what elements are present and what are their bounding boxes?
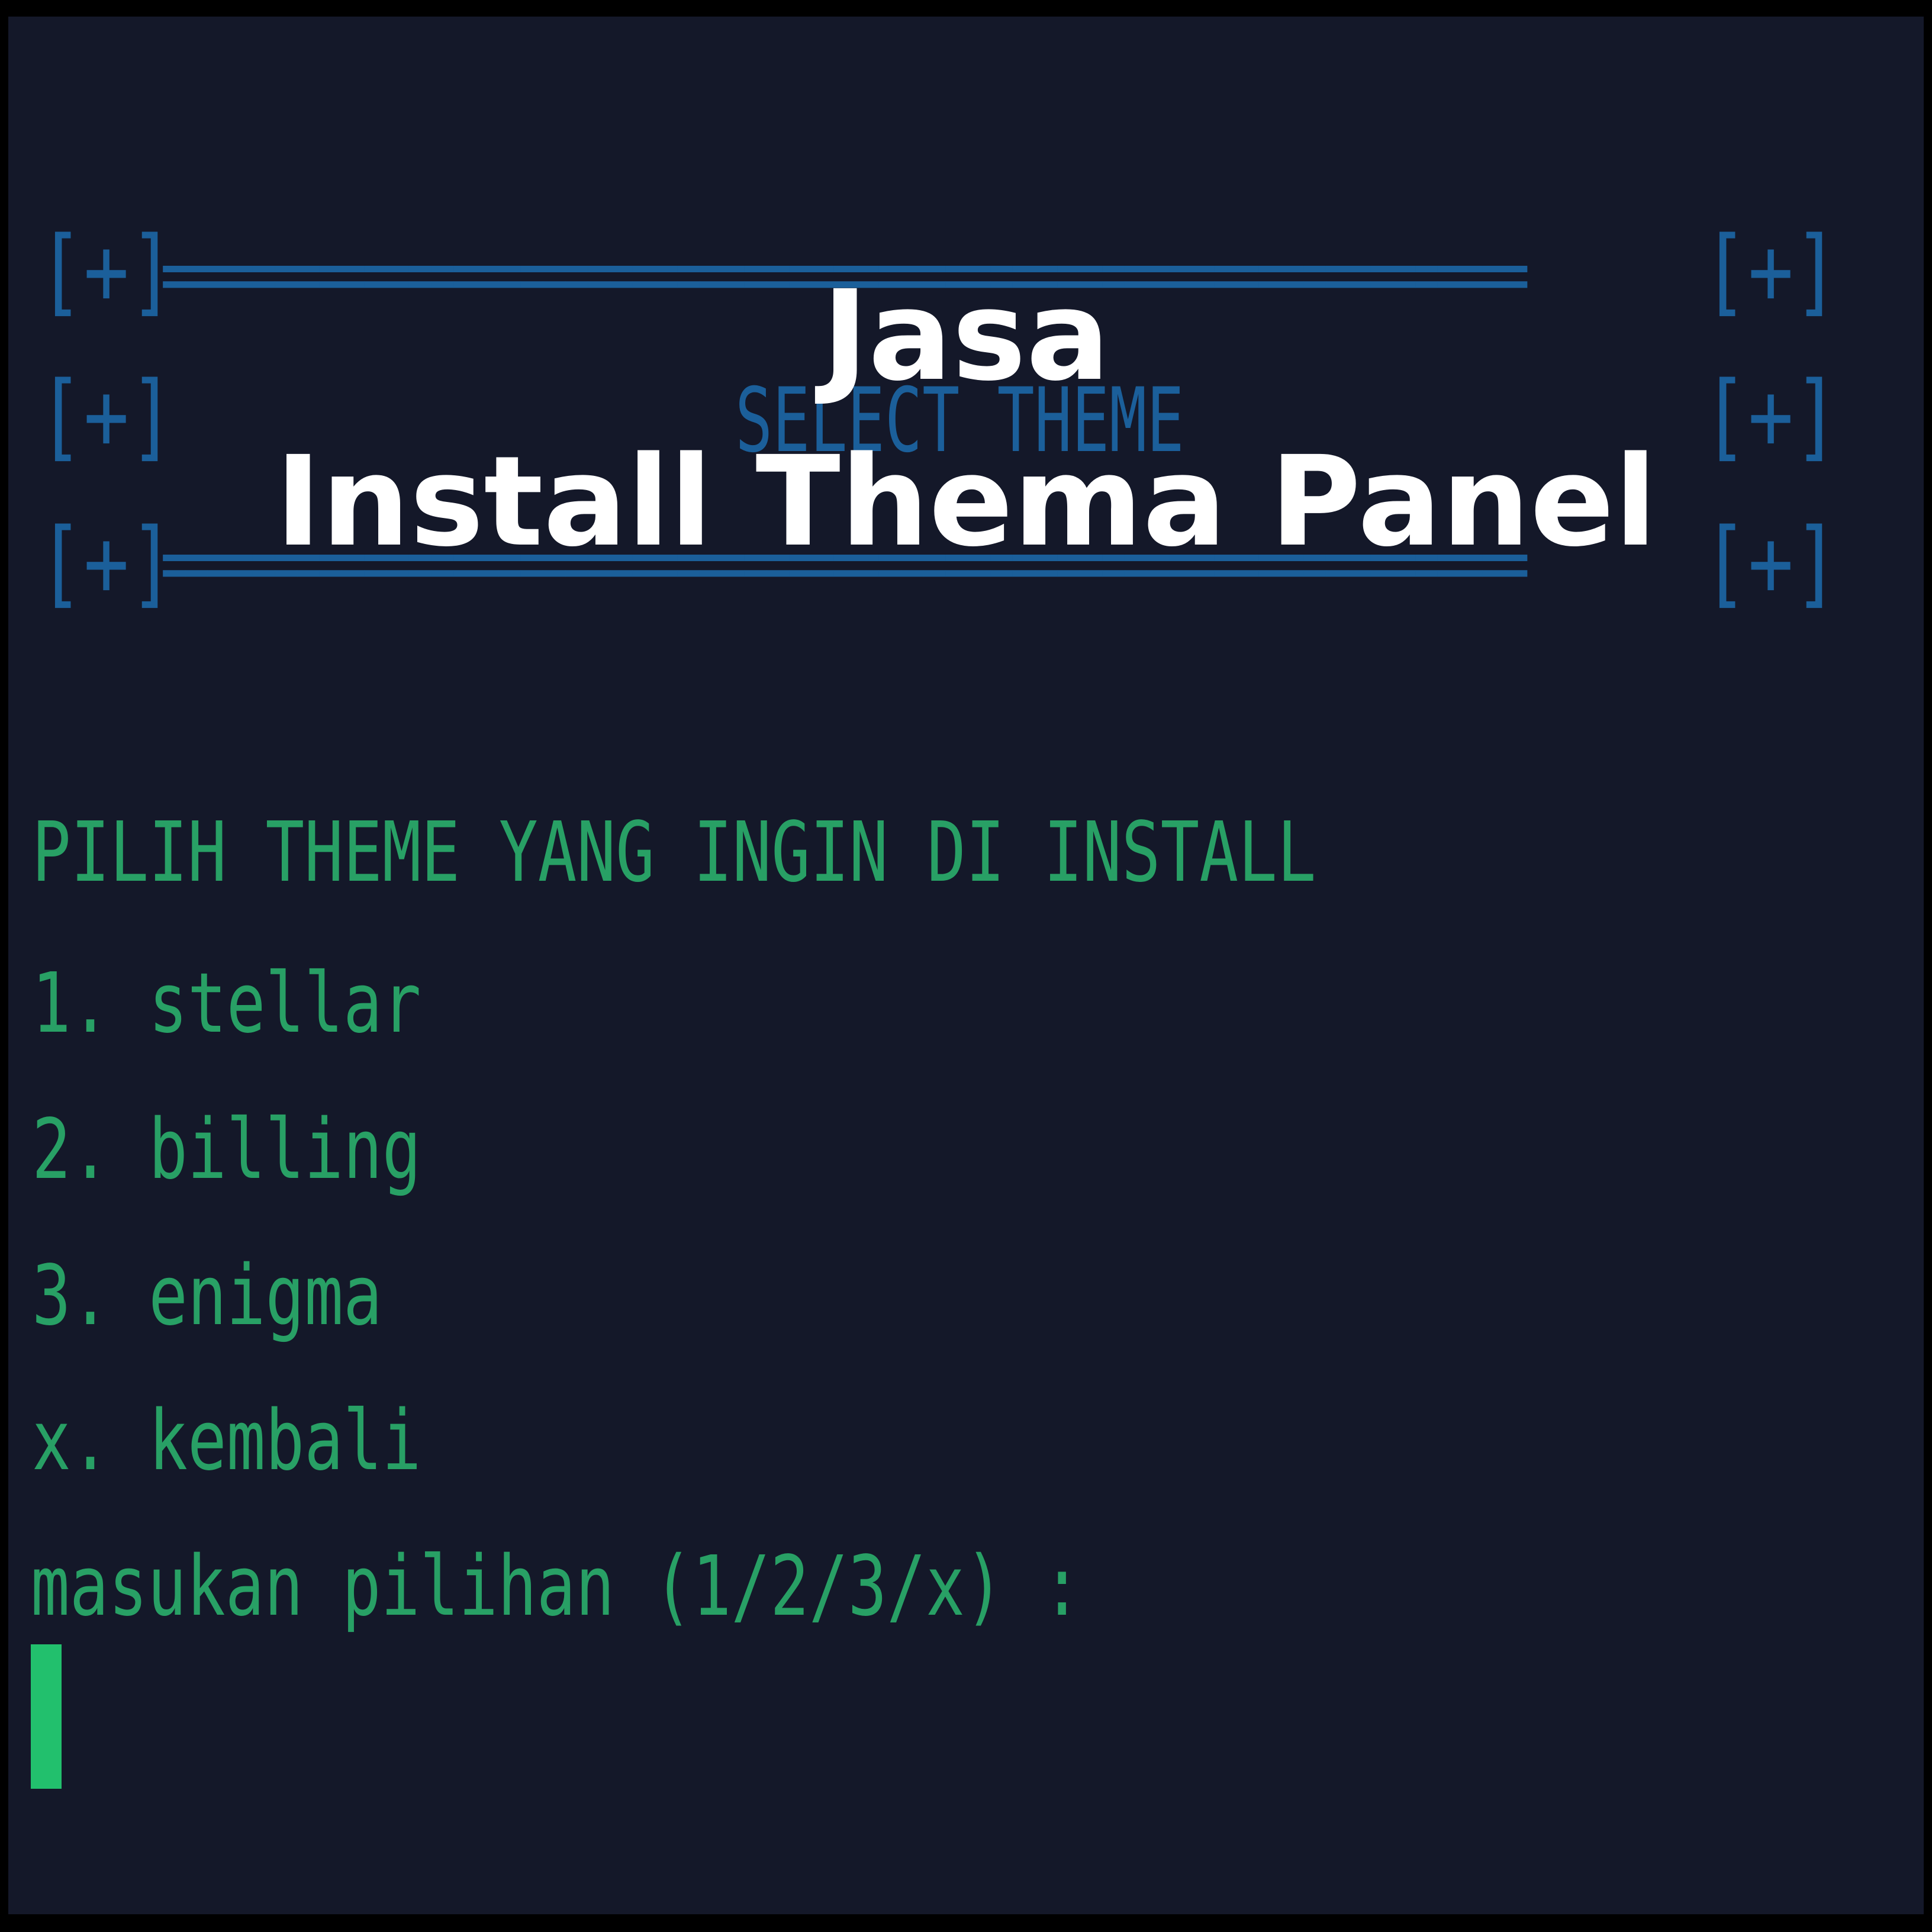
promo-title: Jasa Install Thema Panel	[8, 253, 1924, 585]
promo-title-line-1: Jasa	[822, 263, 1110, 408]
input-prompt: masukan pilihan (1/2/3/x) :	[31, 1538, 1082, 1635]
screenshot-frame: [+] ====================================…	[0, 0, 1932, 1932]
menu-option-stellar: 1. stellar	[32, 955, 421, 1052]
menu-option-billing: 2. billing	[32, 1102, 421, 1198]
menu-option-enigma: 3. enigma	[32, 1248, 382, 1344]
promo-title-line-2: Install Thema Panel	[275, 429, 1657, 574]
menu-option-kembali: x. kembali	[32, 1393, 421, 1489]
terminal-cursor[interactable]	[31, 1644, 62, 1789]
menu-heading: PILIH THEME YANG INGIN DI INSTALL	[32, 804, 1316, 901]
terminal-window: [+] ====================================…	[8, 17, 1924, 1914]
